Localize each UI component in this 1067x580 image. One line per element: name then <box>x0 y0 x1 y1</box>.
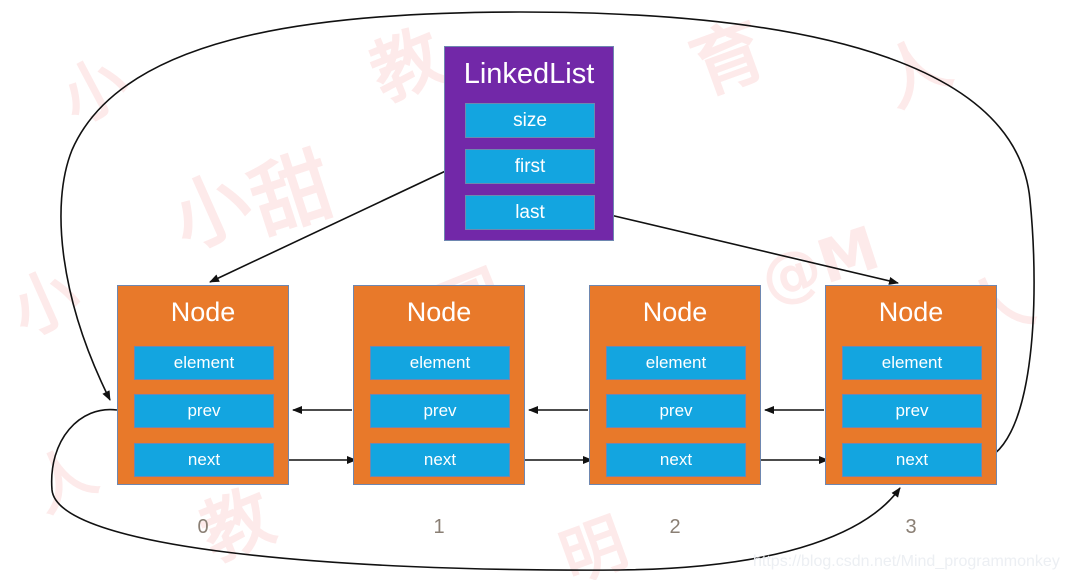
linkedlist-field-size: size <box>465 103 595 138</box>
watermark-glyph: 育 <box>680 6 777 111</box>
node-1-field-element: element <box>370 346 510 380</box>
node-3-field-next: next <box>842 443 982 477</box>
node-2-field-element: element <box>606 346 746 380</box>
node-box-0: Node element prev next <box>117 285 289 485</box>
index-label-0: 0 <box>197 516 209 538</box>
node-0-field-prev: prev <box>134 394 274 428</box>
watermark-glyph: 小 <box>157 154 264 268</box>
index-label-3: 3 <box>905 516 917 538</box>
watermark-glyph: 小 <box>49 43 141 139</box>
node-title-2: Node <box>642 297 708 327</box>
node-3-field-prev: prev <box>842 394 982 428</box>
node-title-3: Node <box>878 297 944 327</box>
index-label-2: 2 <box>669 516 681 538</box>
node-2-field-prev: prev <box>606 394 746 428</box>
watermark-glyph: 人 <box>868 23 962 123</box>
node-3-field-element: element <box>842 346 982 380</box>
node-1-field-next: next <box>370 443 510 477</box>
node-box-3: Node element prev next <box>825 285 997 485</box>
watermark-glyph: 教 <box>359 14 455 117</box>
source-url-watermark: https://blog.csdn.net/Mind_programmonkey <box>753 553 1060 570</box>
node-box-2: Node element prev next <box>589 285 761 485</box>
node-title-1: Node <box>406 297 472 327</box>
node-box-1: Node element prev next <box>353 285 525 485</box>
watermark-glyph: 人 <box>19 433 108 527</box>
watermark-glyph: 甜 <box>239 137 345 251</box>
linkedlist-field-last: last <box>465 195 595 230</box>
linkedlist-field-first: first <box>465 149 595 184</box>
node-0-field-next: next <box>134 443 274 477</box>
linkedlist-title: LinkedList <box>463 58 595 90</box>
diagram-canvas: 小教育人小甜圆@M人小教明人M LinkedList size <box>0 0 1067 580</box>
watermark-glyph: 小 <box>0 254 92 352</box>
arrow-last-to-node3 <box>605 213 899 285</box>
node-title-0: Node <box>170 297 236 327</box>
linkedlist-box: LinkedList size first last <box>444 46 614 241</box>
node-2-field-next: next <box>606 443 746 477</box>
node-1-field-prev: prev <box>370 394 510 428</box>
node-0-field-element: element <box>134 346 274 380</box>
index-label-1: 1 <box>433 516 445 538</box>
arrow-first-to-node0 <box>209 167 453 283</box>
watermark-glyph: 明 <box>551 505 637 580</box>
